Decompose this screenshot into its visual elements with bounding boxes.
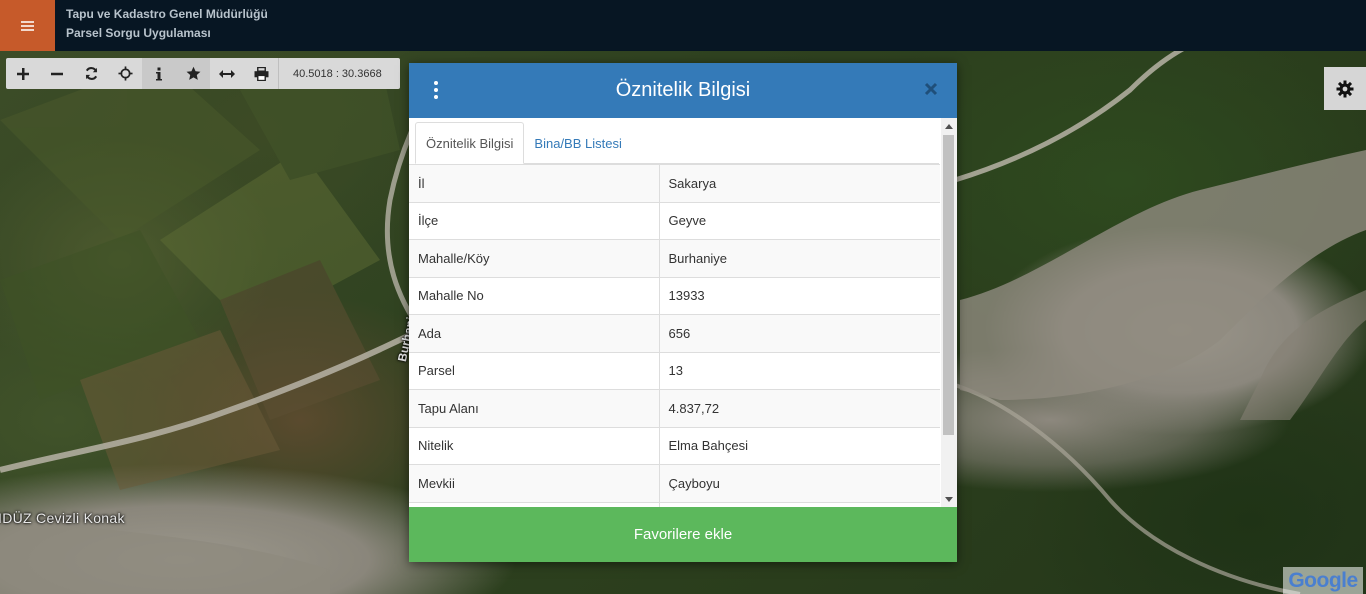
zoom-out-button[interactable]: [40, 58, 74, 89]
app-title: Tapu ve Kadastro Genel Müdürlüğü Parsel …: [66, 5, 268, 43]
coordinate-readout: 40.5018 : 30.3668: [278, 58, 400, 89]
table-row: Tapu Alanı 4.837,72: [409, 389, 940, 427]
modal-options-button[interactable]: [431, 81, 441, 101]
modal-title: Öznitelik Bilgisi: [615, 79, 751, 101]
modal-close-button[interactable]: [919, 77, 943, 101]
zoom-in-icon: [17, 67, 29, 80]
attribute-info-modal: Öznitelik Bilgisi Öznitelik Bilgisi Bina…: [409, 63, 957, 562]
attribute-key: Parsel: [409, 351, 660, 390]
attribute-value: Burhaniye: [659, 239, 940, 277]
table-row: İl Sakarya: [409, 164, 940, 202]
map-place-label: IDÜZ Cevizli Konak: [0, 510, 125, 526]
favorites-button[interactable]: [176, 58, 210, 89]
table-row: Mahalle/Köy Burhaniye: [409, 239, 940, 277]
print-button[interactable]: [244, 58, 278, 89]
attribute-key: Nitelik: [409, 426, 660, 465]
table-row: Ada 656: [409, 314, 940, 352]
table-row: Mahalle No 13933: [409, 276, 940, 315]
attribute-value: 4.837,72: [659, 389, 940, 427]
google-attribution: Google: [1283, 567, 1363, 594]
attribute-value: Elma Bahçesi: [659, 426, 940, 465]
star-icon: [186, 66, 200, 80]
close-icon: [924, 82, 938, 96]
table-row: İlçe Geyve: [409, 201, 940, 240]
modal-body[interactable]: Öznitelik Bilgisi Bina/BB Listesi İl Saka…: [409, 118, 957, 507]
add-to-favorites-button[interactable]: Favorilere ekle: [409, 507, 957, 562]
scroll-up-button[interactable]: [941, 118, 957, 134]
attribute-key: Ada: [409, 314, 660, 352]
settings-button[interactable]: [1324, 67, 1366, 110]
attribute-table: İl Sakarya İlçe Geyve Mahalle/Köy Burhaniye…: [409, 164, 940, 507]
tab-attribute-info[interactable]: Öznitelik Bilgisi: [415, 122, 525, 164]
info-button[interactable]: [142, 58, 176, 89]
google-logo-text: Google: [1288, 569, 1358, 592]
attribute-value: Çayboyu: [659, 464, 940, 502]
locate-icon: [117, 66, 133, 81]
arrow-down-icon: [945, 496, 953, 502]
attribute-key: Mahalle/Köy: [409, 239, 660, 277]
modal-scrollbar[interactable]: [941, 118, 957, 507]
app-title-line2: Parsel Sorgu Uygulaması: [66, 26, 211, 40]
modal-header: Öznitelik Bilgisi: [409, 63, 957, 118]
scroll-down-button[interactable]: [941, 491, 957, 507]
top-header: Tapu ve Kadastro Genel Müdürlüğü Parsel …: [0, 0, 1366, 51]
table-row: Parsel 13: [409, 351, 940, 390]
attribute-value: 13933: [659, 276, 940, 315]
app-title-line1: Tapu ve Kadastro Genel Müdürlüğü: [66, 7, 268, 21]
locate-button[interactable]: [108, 58, 142, 89]
scroll-thumb[interactable]: [943, 135, 954, 435]
tab-building-list[interactable]: Bina/BB Listesi: [524, 122, 631, 164]
map-toolbar: 40.5018 : 30.3668: [6, 58, 400, 89]
table-row: Nitelik Elma Bahçesi: [409, 426, 940, 465]
arrow-up-icon: [945, 123, 953, 129]
info-icon: [156, 67, 162, 80]
measure-button[interactable]: [210, 58, 244, 89]
gear-icon: [1336, 80, 1354, 97]
hamburger-icon: [21, 20, 34, 31]
zoom-in-button[interactable]: [6, 58, 40, 89]
attribute-value: 13: [659, 351, 940, 390]
modal-tabs: Öznitelik Bilgisi Bina/BB Listesi: [415, 122, 939, 164]
refresh-icon: [85, 67, 97, 80]
attribute-value: Sakarya: [659, 164, 940, 202]
attribute-key: İlçe: [409, 201, 660, 240]
measure-icon: [219, 69, 235, 78]
attribute-value: 656: [659, 314, 940, 352]
kebab-menu-icon: [431, 81, 441, 99]
attribute-key: Tapu Alanı: [409, 389, 660, 427]
attribute-value: Geyve: [659, 201, 940, 240]
attribute-key: İl: [409, 164, 660, 202]
attribute-key: Mahalle No: [409, 276, 660, 315]
refresh-button[interactable]: [74, 58, 108, 89]
zoom-out-icon: [51, 72, 63, 75]
hamburger-menu-button[interactable]: [0, 0, 55, 51]
table-row: Mevkii Çayboyu: [409, 464, 940, 502]
attribute-key: Mevkii: [409, 464, 660, 502]
print-icon: [254, 66, 268, 81]
